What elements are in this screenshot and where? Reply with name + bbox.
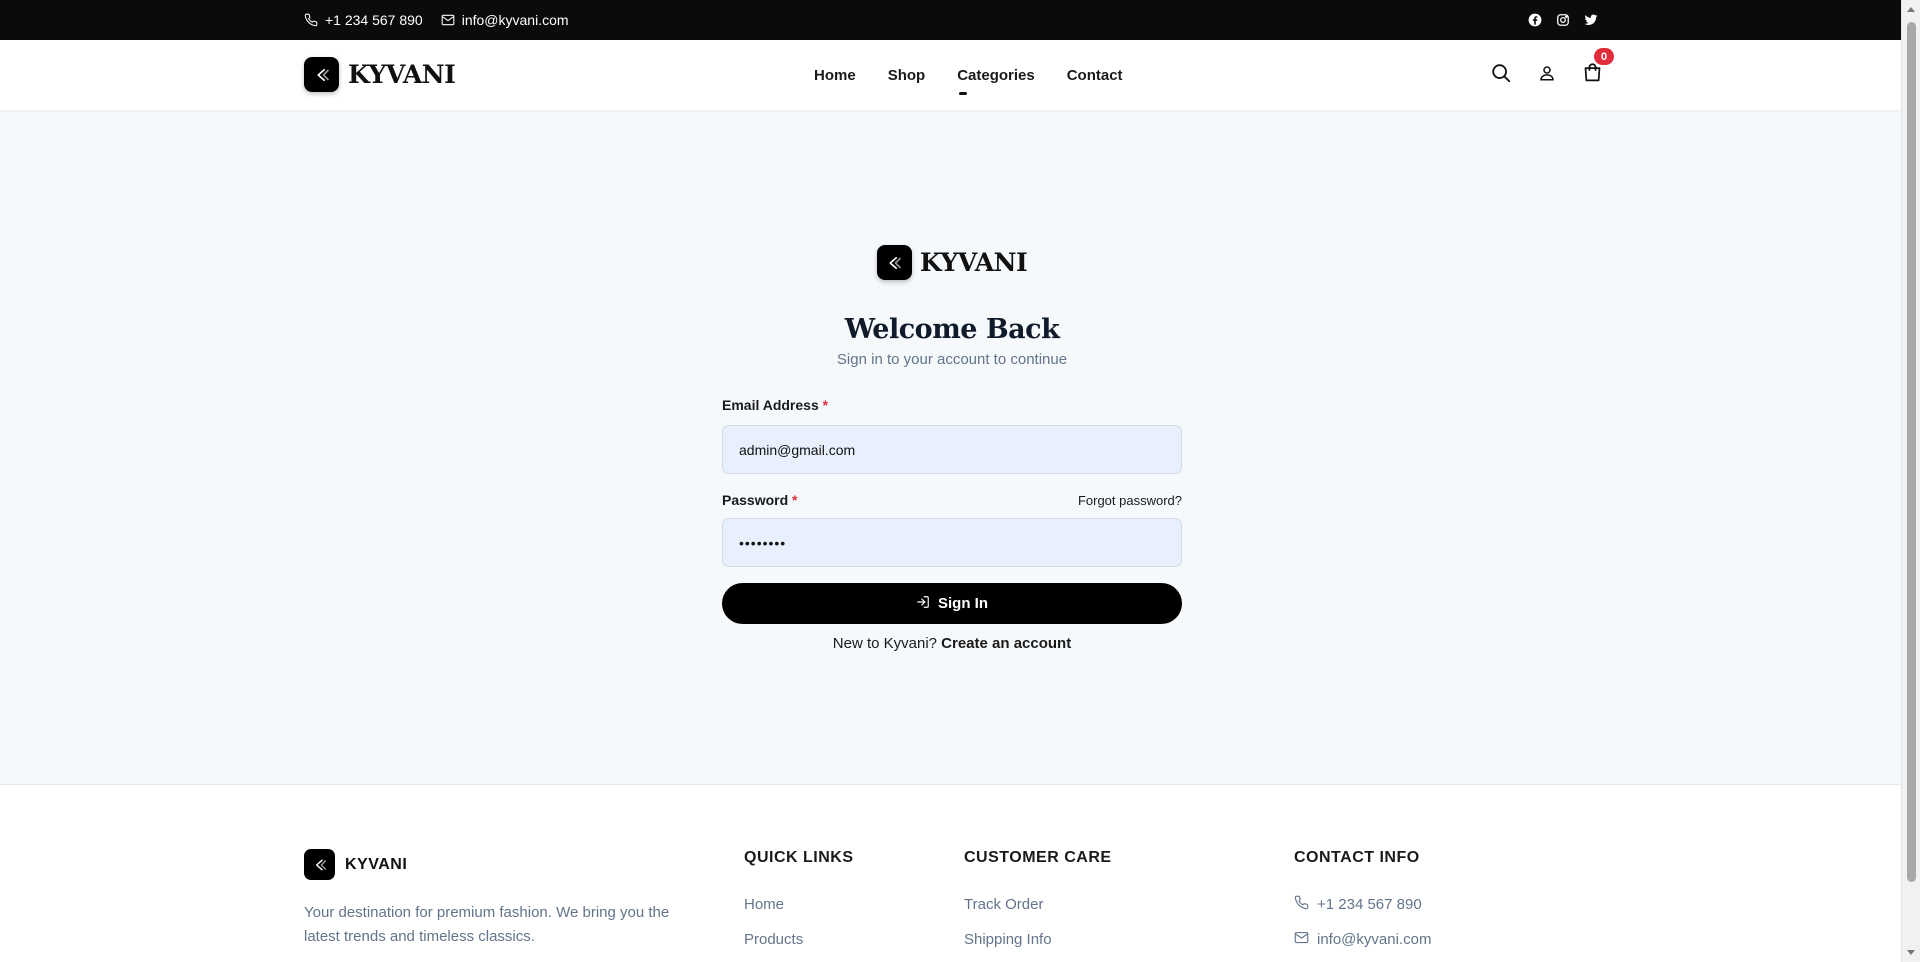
- page-scrollbar[interactable]: [1901, 0, 1920, 962]
- mail-icon: [441, 13, 455, 27]
- footer-description: Your destination for premium fashion. We…: [304, 904, 670, 945]
- user-icon[interactable]: [1538, 64, 1556, 87]
- footer-heading: QUICK LINKS: [744, 849, 854, 866]
- brand-name: KYVANI: [348, 60, 456, 89]
- login-icon: [916, 595, 930, 613]
- footer-link-products[interactable]: Products: [744, 922, 854, 957]
- cart-count-badge: 0: [1594, 48, 1614, 65]
- top-bar-contact: +1 234 567 890 info@kyvani.com: [304, 0, 569, 40]
- instagram-icon[interactable]: [1556, 13, 1570, 27]
- sign-in-card: KYVANI Welcome Back Sign in to your acco…: [722, 245, 1182, 652]
- scroll-up-arrow-icon[interactable]: [1907, 7, 1915, 12]
- search-icon[interactable]: [1490, 62, 1512, 89]
- email-label-text: Email Address: [722, 397, 819, 413]
- top-bar-email[interactable]: info@kyvani.com: [441, 12, 569, 28]
- cart-button[interactable]: 0: [1582, 48, 1614, 88]
- footer-email-text: info@kyvani.com: [1317, 931, 1432, 948]
- shopping-bag-icon: [1582, 63, 1603, 87]
- footer-brand-name: KYVANI: [345, 855, 408, 873]
- footer-link-home[interactable]: Home: [744, 887, 854, 922]
- page-title: Welcome Back: [844, 314, 1060, 345]
- phone-icon: [1294, 895, 1309, 914]
- nav-shop[interactable]: Shop: [888, 67, 926, 84]
- sign-in-label: Sign In: [938, 595, 988, 612]
- logo-icon: [304, 57, 339, 92]
- footer-quick-links: QUICK LINKS Home Products: [744, 849, 854, 957]
- sign-in-button[interactable]: Sign In: [722, 583, 1182, 624]
- required-mark: *: [822, 397, 829, 413]
- password-label: Password * Forgot password?: [722, 492, 1182, 508]
- footer-link-track-order[interactable]: Track Order: [964, 887, 1112, 922]
- facebook-icon[interactable]: [1528, 13, 1542, 27]
- logo-icon: [876, 245, 912, 280]
- password-field[interactable]: [722, 518, 1182, 567]
- required-mark: *: [792, 492, 798, 508]
- footer-heading: CUSTOMER CARE: [964, 849, 1112, 866]
- social-links: [1528, 0, 1598, 40]
- footer-contact: CONTACT INFO +1 234 567 890 info@kyvani.…: [1294, 849, 1431, 957]
- email-field[interactable]: [722, 425, 1182, 474]
- footer-phone-text: +1 234 567 890: [1317, 896, 1422, 913]
- nav-categories[interactable]: Categories: [957, 67, 1035, 95]
- forgot-password-link[interactable]: Forgot password?: [1078, 493, 1182, 508]
- page-subtitle: Sign in to your account to continue: [836, 351, 1068, 368]
- top-bar-email-text: info@kyvani.com: [461, 12, 569, 28]
- header-actions: 0: [1490, 40, 1614, 110]
- register-prompt-text: New to Kyvani?: [832, 635, 937, 652]
- header-brand[interactable]: KYVANI: [304, 57, 456, 92]
- phone-icon: [304, 13, 318, 27]
- top-bar-phone-text: +1 234 567 890: [325, 12, 423, 28]
- footer-contact-phone[interactable]: +1 234 567 890: [1294, 887, 1431, 922]
- auth-brand: KYVANI: [722, 245, 1182, 280]
- nav-home[interactable]: Home: [814, 67, 856, 84]
- footer-brand[interactable]: KYVANI: [304, 849, 407, 880]
- main-nav: Home Shop Categories Contact: [814, 40, 1123, 110]
- site-header: KYVANI Home Shop Categories Contact 0: [0, 40, 1901, 110]
- nav-contact[interactable]: Contact: [1067, 67, 1123, 84]
- footer-customer-care: CUSTOMER CARE Track Order Shipping Info: [964, 849, 1112, 957]
- logo-icon: [304, 849, 335, 880]
- twitter-icon[interactable]: [1584, 13, 1598, 27]
- create-account-link[interactable]: Create an account: [941, 635, 1071, 652]
- scroll-down-arrow-icon[interactable]: [1907, 950, 1915, 955]
- site-footer: KYVANI Your destination for premium fash…: [0, 784, 1901, 962]
- top-bar: +1 234 567 890 info@kyvani.com: [0, 0, 1901, 40]
- footer-heading: CONTACT INFO: [1294, 849, 1420, 866]
- scrollbar-thumb[interactable]: [1907, 22, 1916, 882]
- register-prompt: New to Kyvani? Create an account: [722, 635, 1182, 652]
- top-bar-phone[interactable]: +1 234 567 890: [304, 12, 423, 28]
- footer-contact-email[interactable]: info@kyvani.com: [1294, 922, 1431, 957]
- password-label-text: Password: [722, 492, 789, 508]
- auth-brand-name: KYVANI: [919, 248, 1028, 277]
- mail-icon: [1294, 930, 1309, 949]
- email-label: Email Address *: [722, 397, 1182, 413]
- footer-link-shipping-info[interactable]: Shipping Info: [964, 922, 1112, 957]
